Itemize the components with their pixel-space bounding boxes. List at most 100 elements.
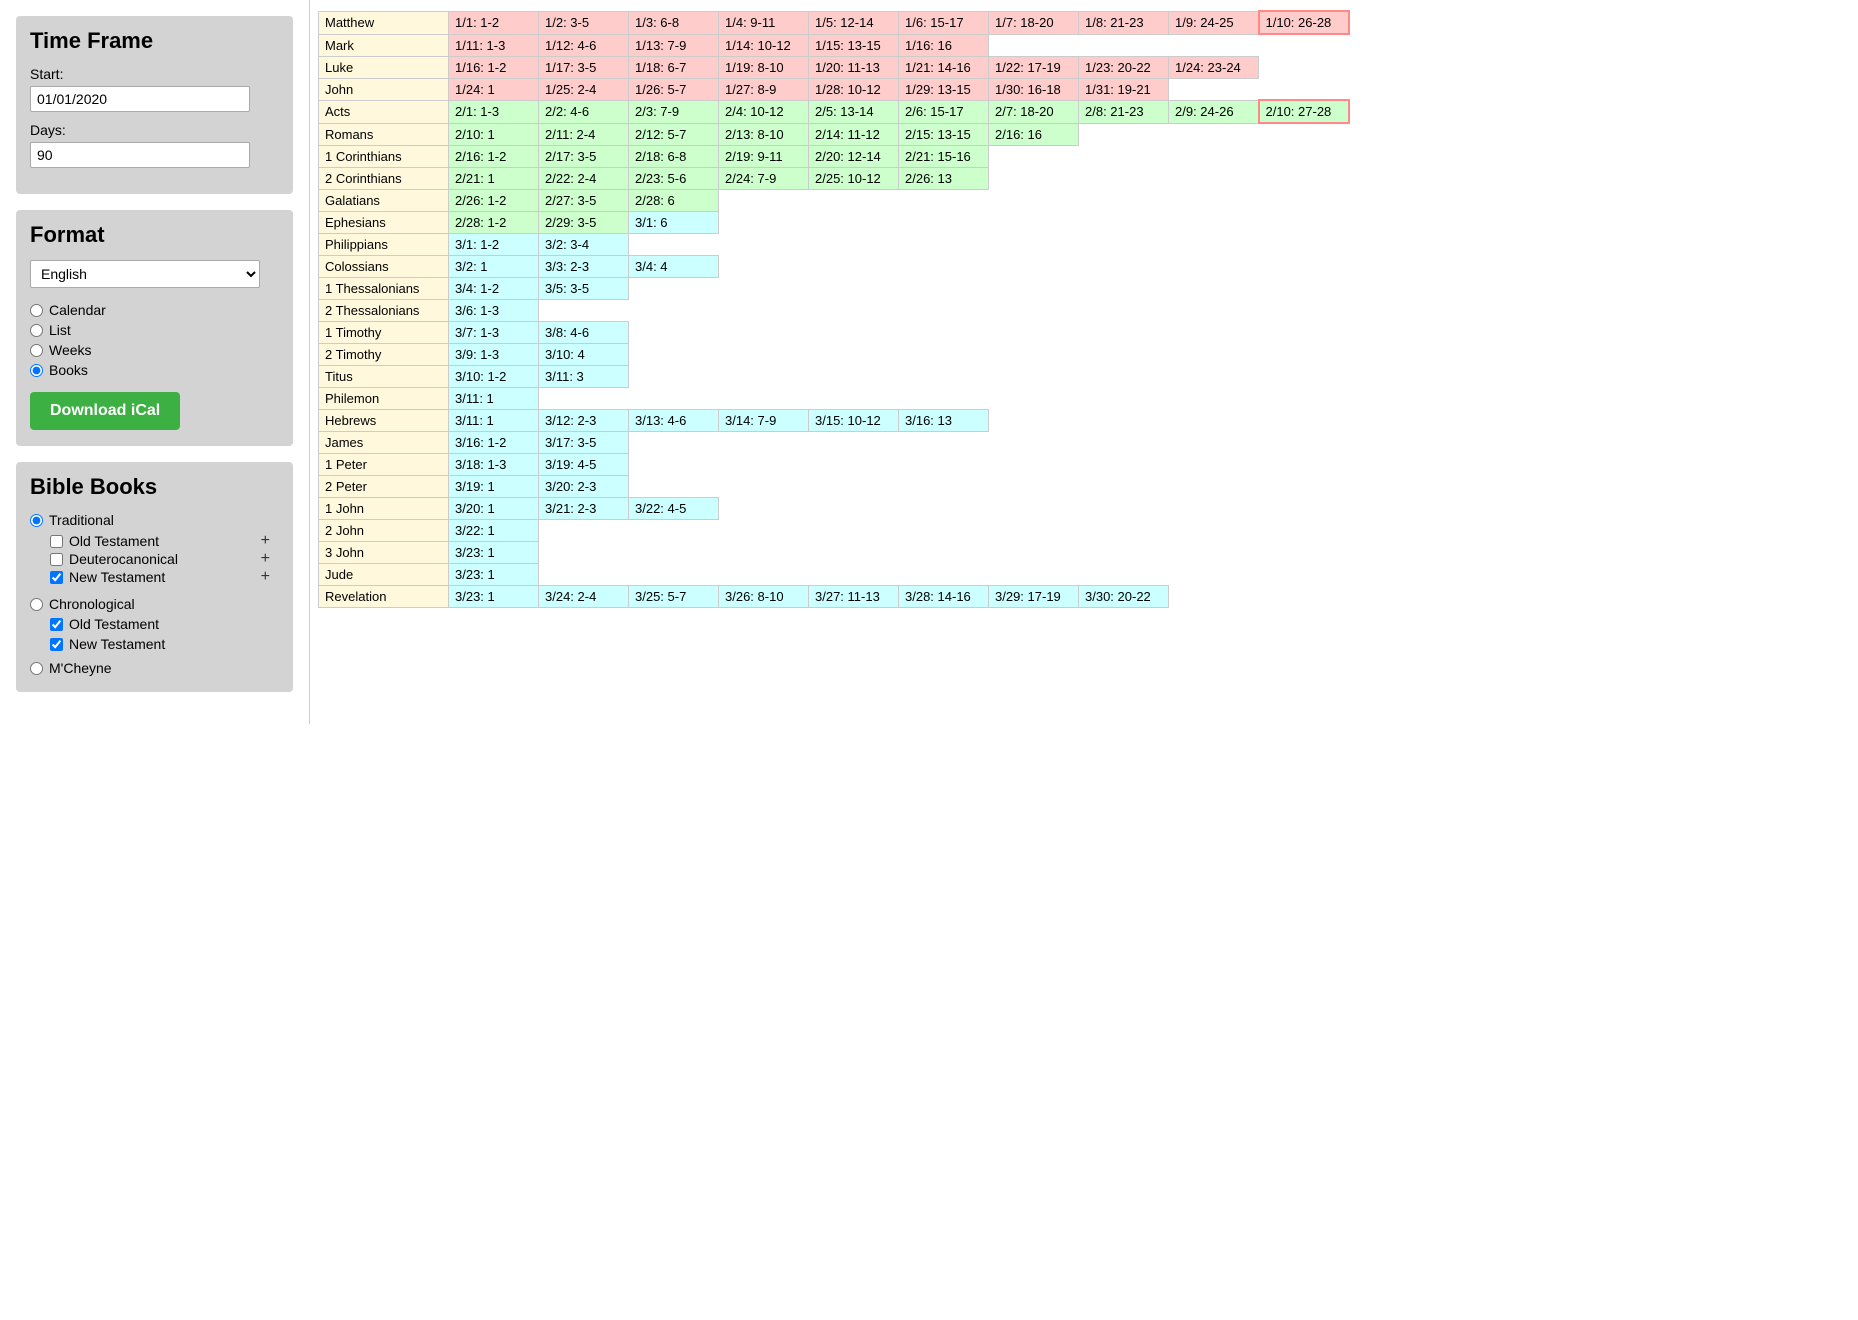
reading-cell: 3/8: 4-6 — [539, 321, 629, 343]
reading-cell: 1/1: 1-2 — [449, 11, 539, 34]
book-name: Titus — [319, 365, 449, 387]
table-row: 3 John3/23: 1 — [319, 541, 1349, 563]
trad-deut-row: Deuterocanonical + — [50, 550, 270, 568]
table-row: Jude3/23: 1 — [319, 563, 1349, 585]
book-name: Hebrews — [319, 409, 449, 431]
reading-cell: 3/23: 1 — [449, 541, 539, 563]
download-ical-button[interactable]: Download iCal — [30, 392, 180, 430]
radio-list[interactable]: List — [30, 322, 279, 338]
reading-cell: 1/24: 23-24 — [1169, 56, 1259, 78]
radio-traditional[interactable]: Traditional — [30, 512, 279, 528]
reading-cell: 3/2: 1 — [449, 255, 539, 277]
trad-deut-plus[interactable]: + — [261, 550, 270, 568]
table-row: 2 Thessalonians3/6: 1-3 — [319, 299, 1349, 321]
radio-chronological[interactable]: Chronological — [30, 596, 279, 612]
book-name: 3 John — [319, 541, 449, 563]
reading-cell: 3/11: 1 — [449, 387, 539, 409]
radio-weeks[interactable]: Weeks — [30, 342, 279, 358]
book-name: Luke — [319, 56, 449, 78]
reading-cell: 3/21: 2-3 — [539, 497, 629, 519]
chronological-group: Chronological Old Testament New Testamen… — [30, 596, 279, 652]
radio-mcheyne[interactable] — [30, 662, 43, 675]
book-name: James — [319, 431, 449, 453]
table-row: Luke1/16: 1-21/17: 3-51/18: 6-71/19: 8-1… — [319, 56, 1349, 78]
chrono-sub: Old Testament New Testament — [50, 616, 279, 652]
start-input[interactable] — [30, 86, 250, 112]
language-select[interactable]: English — [30, 260, 260, 288]
check-chrono-nt[interactable]: New Testament — [50, 636, 279, 652]
reading-cell: 1/7: 18-20 — [989, 11, 1079, 34]
reading-cell: 3/1: 6 — [629, 211, 719, 233]
reading-cell: 1/20: 11-13 — [809, 56, 899, 78]
reading-cell: 3/25: 5-7 — [629, 585, 719, 607]
reading-cell: 2/28: 6 — [629, 189, 719, 211]
table-row: 2 John3/22: 1 — [319, 519, 1349, 541]
reading-cell: 3/4: 4 — [629, 255, 719, 277]
table-row: Hebrews3/11: 13/12: 2-33/13: 4-63/14: 7-… — [319, 409, 1349, 431]
check-trad-ot[interactable]: Old Testament — [50, 533, 159, 549]
reading-cell: 2/8: 21-23 — [1079, 100, 1169, 123]
table-row: 1 Timothy3/7: 1-33/8: 4-6 — [319, 321, 1349, 343]
reading-cell: 2/20: 12-14 — [809, 145, 899, 167]
mcheyne-group: M'Cheyne — [30, 660, 279, 676]
days-input[interactable] — [30, 142, 250, 168]
table-row: Revelation3/23: 13/24: 2-43/25: 5-73/26:… — [319, 585, 1349, 607]
table-row: 2 Corinthians2/21: 12/22: 2-42/23: 5-62/… — [319, 167, 1349, 189]
reading-cell: 1/2: 3-5 — [539, 11, 629, 34]
timeframe-section: Time Frame Start: Days: — [16, 16, 293, 194]
check-trad-deut[interactable]: Deuterocanonical — [50, 551, 178, 567]
reading-cell: 2/3: 7-9 — [629, 100, 719, 123]
table-row: John1/24: 11/25: 2-41/26: 5-71/27: 8-91/… — [319, 78, 1349, 100]
radio-books[interactable]: Books — [30, 362, 279, 378]
reading-cell: 3/23: 1 — [449, 563, 539, 585]
reading-cell: 2/26: 13 — [899, 167, 989, 189]
table-row: 1 Corinthians2/16: 1-22/17: 3-52/18: 6-8… — [319, 145, 1349, 167]
mcheyne-label: M'Cheyne — [49, 660, 112, 676]
reading-cell: 3/6: 1-3 — [449, 299, 539, 321]
reading-cell: 2/9: 24-26 — [1169, 100, 1259, 123]
reading-cell: 2/27: 3-5 — [539, 189, 629, 211]
reading-cell: 2/10: 1 — [449, 123, 539, 145]
reading-cell: 3/12: 2-3 — [539, 409, 629, 431]
reading-cell: 3/30: 20-22 — [1079, 585, 1169, 607]
book-name: 2 John — [319, 519, 449, 541]
format-section: Format English Calendar List Weeks Books… — [16, 210, 293, 446]
reading-cell: 1/14: 10-12 — [719, 34, 809, 56]
reading-cell: 3/27: 11-13 — [809, 585, 899, 607]
reading-cell: 3/10: 4 — [539, 343, 629, 365]
bible-books-title: Bible Books — [30, 474, 279, 500]
reading-cell: 2/29: 3-5 — [539, 211, 629, 233]
bible-books-section: Bible Books Traditional Old Testament + — [16, 462, 293, 692]
book-name: Revelation — [319, 585, 449, 607]
reading-cell: 1/23: 20-22 — [1079, 56, 1169, 78]
trad-ot-row: Old Testament + — [50, 532, 270, 550]
format-title: Format — [30, 222, 279, 248]
reading-cell: 2/19: 9-11 — [719, 145, 809, 167]
book-name: Philippians — [319, 233, 449, 255]
reading-cell: 2/18: 6-8 — [629, 145, 719, 167]
book-name: Mark — [319, 34, 449, 56]
book-name: Matthew — [319, 11, 449, 34]
reading-cell: 2/10: 27-28 — [1259, 100, 1349, 123]
reading-cell: 1/25: 2-4 — [539, 78, 629, 100]
check-chrono-ot[interactable]: Old Testament — [50, 616, 279, 632]
reading-cell: 1/24: 1 — [449, 78, 539, 100]
book-name: 1 Timothy — [319, 321, 449, 343]
table-row: Galatians2/26: 1-22/27: 3-52/28: 6 — [319, 189, 1349, 211]
book-name: 1 Peter — [319, 453, 449, 475]
format-radio-group: Calendar List Weeks Books — [30, 302, 279, 378]
book-name: John — [319, 78, 449, 100]
reading-cell: 1/29: 13-15 — [899, 78, 989, 100]
table-row: 1 John3/20: 13/21: 2-33/22: 4-5 — [319, 497, 1349, 519]
book-name: Philemon — [319, 387, 449, 409]
reading-cell: 2/16: 16 — [989, 123, 1079, 145]
timeframe-title: Time Frame — [30, 28, 279, 54]
check-trad-nt[interactable]: New Testament — [50, 569, 165, 585]
trad-ot-plus[interactable]: + — [261, 532, 270, 550]
reading-cell: 3/16: 1-2 — [449, 431, 539, 453]
reading-cell: 2/24: 7-9 — [719, 167, 809, 189]
trad-nt-plus[interactable]: + — [261, 568, 270, 586]
reading-cell: 3/29: 17-19 — [989, 585, 1079, 607]
radio-calendar[interactable]: Calendar — [30, 302, 279, 318]
table-row: Romans2/10: 12/11: 2-42/12: 5-72/13: 8-1… — [319, 123, 1349, 145]
